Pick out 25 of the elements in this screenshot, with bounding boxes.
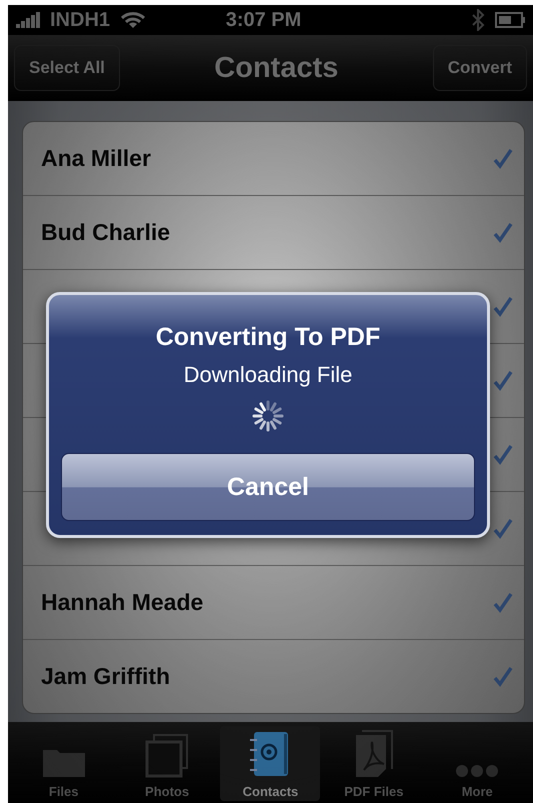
tab-bar-item[interactable]: More [427,726,528,801]
wifi-icon [120,11,146,30]
signal-icon [16,12,40,28]
clock-time: 3:07 PM [224,8,302,32]
contact-name[interactable]: Jam Griffith [41,663,170,690]
loading-spinner-icon [250,398,286,434]
select-all-button[interactable]: Select All [14,45,120,92]
contact-name[interactable]: Ana Miller [41,145,151,172]
alert-title: Converting To PDF [156,323,380,352]
bluetooth-icon [471,9,485,32]
pdf-document-icon [354,730,394,778]
convert-button[interactable]: Convert [432,45,527,92]
battery-icon [495,12,525,28]
photos-icon [145,734,190,778]
tab-bar-item[interactable]: PDF Files [324,726,424,801]
tab-bar-item[interactable]: Photos [117,726,218,801]
more-dots-icon [455,764,500,778]
contact-name[interactable]: Bud Charlie [41,219,170,246]
tab-bar-item[interactable]: Contacts [220,726,320,801]
tab-bar-item[interactable]: Files [14,726,114,801]
alert-message: Downloading File [184,362,352,388]
page-title: Contacts [214,52,338,85]
carrier-name: INDH1 [50,8,110,32]
contact-name[interactable]: Hannah Meade [41,589,204,616]
cancel-button[interactable]: Cancel [61,453,475,521]
